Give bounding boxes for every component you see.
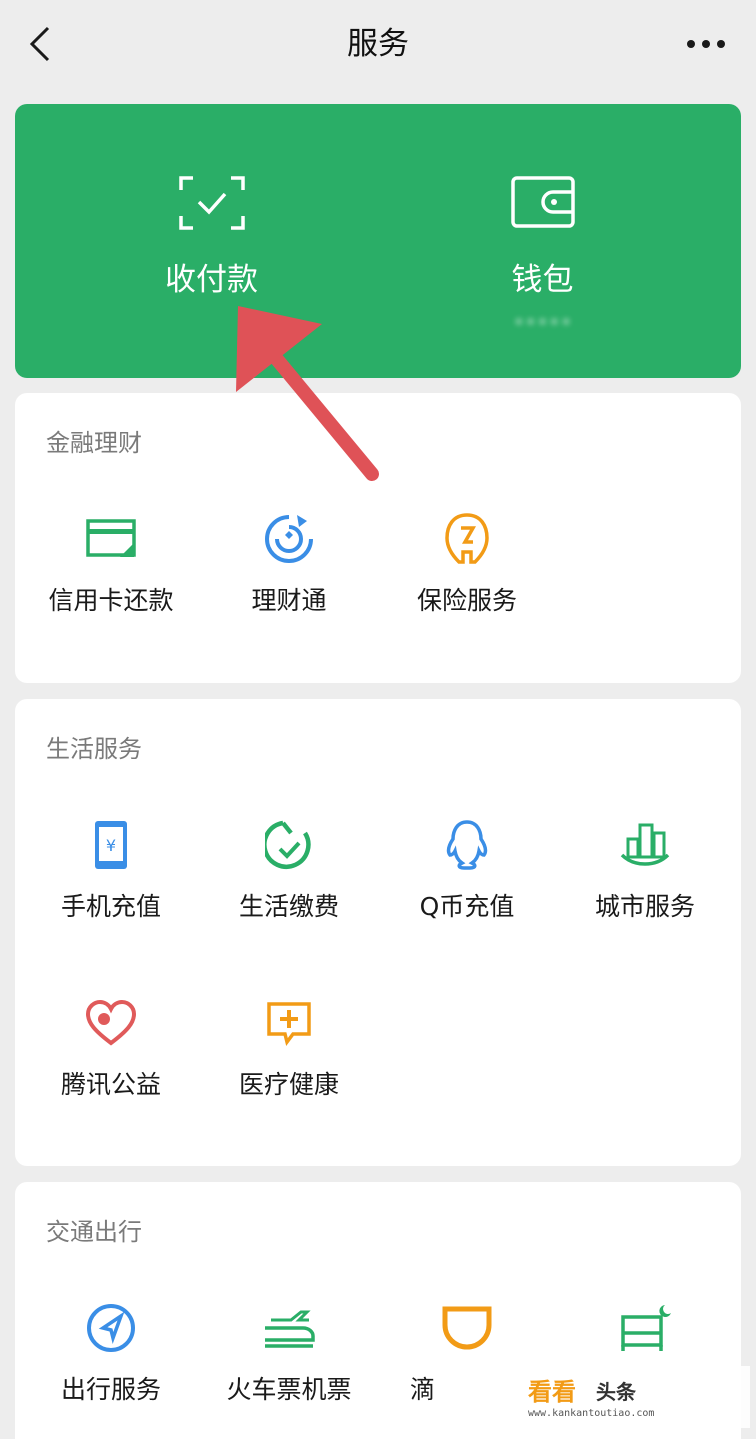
scan-check-icon (178, 176, 245, 230)
watermark-main: 看看 (528, 1378, 576, 1406)
section-title: 交通出行 (46, 1218, 142, 1246)
grid-item-label: 出行服务 (60, 1375, 161, 1404)
payment-card: 收付款 钱包 ••••• (15, 104, 741, 378)
wallet-label: 钱包 (511, 262, 574, 298)
grid-item-city-service[interactable]: 城市服务 (556, 817, 734, 937)
qq-coin-icon (446, 820, 488, 870)
grid-item-charity[interactable]: 腾讯公益 (22, 995, 200, 1115)
more-button[interactable] (684, 24, 728, 64)
charity-icon (85, 999, 137, 1046)
section-title: 金融理财 (46, 429, 142, 457)
watermark-url: www.kankantoutiao.com (528, 1408, 655, 1419)
grid-item-navigation[interactable]: 出行服务 (22, 1300, 200, 1420)
city-service-icon (620, 823, 670, 866)
section-title: 生活服务 (46, 735, 142, 763)
grid-item-label: 火车票机票 (226, 1375, 352, 1404)
grid-item-label: 信用卡还款 (48, 586, 174, 615)
grid-item-insurance[interactable]: 保险服务 (378, 511, 556, 631)
hotel-icon (621, 1305, 671, 1351)
grid-item-wealth[interactable]: 理财通 (200, 511, 378, 631)
grid-item-credit-card[interactable]: 信用卡还款 (22, 511, 200, 631)
didi-icon (442, 1306, 492, 1350)
phone-topup-icon: ¥ (95, 821, 127, 869)
page-title: 服务 (347, 26, 409, 62)
pay-receive-label: 收付款 (165, 262, 258, 298)
svg-text:¥: ¥ (106, 836, 116, 855)
watermark: 看看 头条 www.kankantoutiao.com (520, 1366, 750, 1428)
grid-item-bill-pay[interactable]: 生活缴费 (200, 817, 378, 937)
grid-item-label: 生活缴费 (238, 892, 339, 921)
grid-item-qq-coin[interactable]: Q币充值 (378, 817, 556, 937)
train-plane-icon (265, 1310, 315, 1348)
more-dots-icon (687, 40, 725, 48)
pay-receive-button[interactable]: 收付款 (30, 104, 393, 378)
grid-item-medical[interactable]: 医疗健康 (200, 995, 378, 1115)
medical-icon (267, 1002, 311, 1046)
section-finance: 金融理财 信用卡还款 理财通 保险服务 (15, 393, 741, 683)
grid-item-train-plane[interactable]: 火车票机票 (200, 1300, 378, 1420)
grid-item-label: 保险服务 (416, 586, 517, 615)
watermark-sub: 头条 (596, 1380, 636, 1404)
grid-item-label: 理财通 (251, 586, 327, 615)
credit-card-icon (86, 519, 136, 557)
grid-item-label: 城市服务 (594, 892, 695, 921)
grid-item-label: 腾讯公益 (60, 1070, 161, 1099)
wallet-icon (510, 176, 575, 228)
grid-item-label: 医疗健康 (238, 1070, 339, 1099)
grid-item-phone-topup[interactable]: ¥ 手机充值 (22, 817, 200, 937)
grid-item-label: 手机充值 (60, 892, 161, 921)
navigation-icon (87, 1304, 135, 1352)
wallet-balance: ••••• (513, 310, 572, 334)
grid-item-label: Q币充值 (419, 892, 515, 921)
section-life: 生活服务 ¥ 手机充值 生活缴费 Q币充值 城市服务 腾讯公益 医疗健康 (15, 699, 741, 1166)
header-bar: 服务 (0, 0, 756, 92)
wealth-icon (265, 515, 313, 563)
wallet-button[interactable]: 钱包 ••••• (361, 104, 724, 378)
bill-pay-icon (265, 820, 311, 869)
insurance-icon (445, 513, 489, 564)
